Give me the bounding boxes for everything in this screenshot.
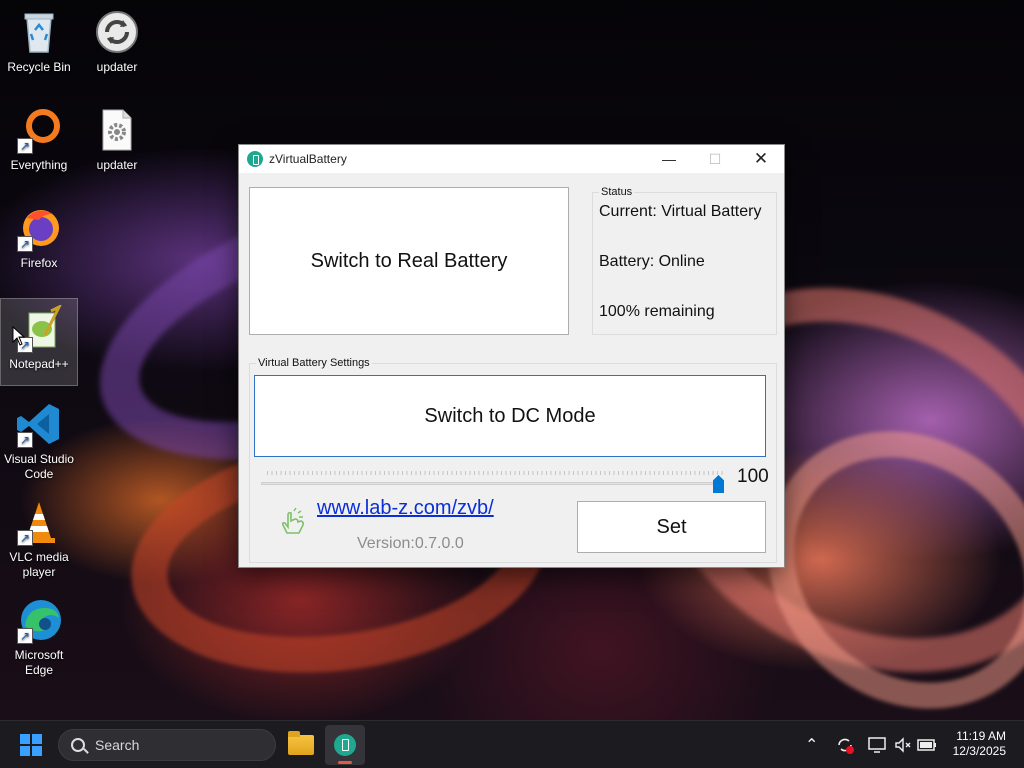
status-group: Status Current: Virtual Battery Battery:… (592, 186, 777, 335)
battery-app-icon (334, 734, 356, 756)
desktop-icon-label: Recycle Bin (7, 60, 71, 74)
desktop-icon-recycle-bin[interactable]: Recycle Bin (0, 2, 78, 90)
status-battery: Battery: Online (599, 253, 705, 270)
taskbar: Search ⌃ 11:19 AM 12/3/2025 (0, 720, 1024, 768)
desktop-icon-label: Firefox (20, 256, 58, 270)
vlc-cone-icon: ↗ (15, 498, 63, 546)
shortcut-arrow-icon: ↗ (17, 530, 33, 546)
switch-to-real-battery-button[interactable]: Switch to Real Battery (249, 187, 569, 335)
desktop-icon-label: Microsoft Edge (14, 648, 64, 677)
vscode-icon: ↗ (15, 400, 63, 448)
settings-group-title: Virtual Battery Settings (256, 357, 372, 369)
desktop-icon-firefox[interactable]: ↗ Firefox (0, 198, 78, 286)
folder-icon (288, 731, 314, 755)
edge-icon: ↗ (15, 596, 63, 644)
desktop-icon-label: updater (96, 60, 138, 74)
shortcut-arrow-icon: ↗ (17, 628, 33, 644)
title-bar[interactable]: zVirtualBattery — ☐ ✕ (239, 145, 784, 173)
window-title: zVirtualBattery (269, 152, 347, 166)
desktop-icon-label: Everything (10, 158, 68, 172)
recycle-bin-icon (15, 8, 63, 56)
website-link[interactable]: www.lab-z.com/zvb/ (317, 497, 494, 520)
settings-file-icon (93, 106, 141, 154)
desktop-icon-label: Notepad++ (9, 357, 69, 371)
firefox-icon: ↗ (15, 204, 63, 252)
version-label: Version:0.7.0.0 (357, 535, 464, 552)
desktop-icon-visual-studio-code[interactable]: ↗ Visual Studio Code (0, 394, 78, 486)
minimize-button[interactable]: — (646, 145, 692, 173)
zvirtualbattery-taskbar-button[interactable] (325, 725, 365, 765)
taskbar-search-box[interactable]: Search (58, 729, 276, 761)
zvirtualbattery-window: zVirtualBattery — ☐ ✕ Switch to Real Bat… (238, 144, 785, 568)
mouse-cursor-icon (12, 326, 26, 346)
search-icon (71, 738, 85, 752)
desktop-icon-label: updater (96, 158, 138, 172)
battery-app-icon (247, 151, 263, 167)
volume-muted-icon[interactable] (893, 735, 913, 755)
battery-level-slider[interactable] (261, 482, 723, 485)
search-placeholder: Search (95, 737, 140, 753)
sync-status-icon[interactable] (835, 735, 855, 755)
slider-ticks (267, 471, 723, 475)
desktop-icon-microsoft-edge[interactable]: ↗ Microsoft Edge (0, 590, 78, 682)
clock-date: 12/3/2025 (952, 744, 1006, 758)
windows-start-icon[interactable] (20, 734, 42, 756)
sync-icon (93, 8, 141, 56)
maximize-button[interactable]: ☐ (692, 145, 738, 173)
everything-search-icon: ↗ (15, 106, 63, 154)
set-button[interactable]: Set (577, 501, 766, 553)
desktop-icon-label: VLC media player (9, 550, 69, 579)
desktop-icon-label: Visual Studio Code (4, 452, 74, 481)
desktop-icon-updater-file[interactable]: updater (78, 100, 156, 188)
chevron-up-icon[interactable]: ⌃ (805, 735, 818, 755)
system-clock[interactable]: 11:19 AM 12/3/2025 (953, 729, 1006, 759)
desktop-background: Recycle Bin updater ↗ Everything updater… (0, 0, 1024, 720)
clock-time: 11:19 AM (956, 729, 1006, 743)
network-icon[interactable] (867, 735, 887, 755)
status-current: Current: Virtual Battery (599, 203, 762, 220)
shortcut-arrow-icon: ↗ (17, 138, 33, 154)
close-button[interactable]: ✕ (738, 145, 784, 173)
desktop-icon-vlc[interactable]: ↗ VLC media player (0, 492, 78, 584)
desktop-icon-everything[interactable]: ↗ Everything (0, 100, 78, 188)
status-group-title: Status (599, 186, 635, 198)
shortcut-arrow-icon: ↗ (17, 432, 33, 448)
switch-to-dc-mode-button[interactable]: Switch to DC Mode (254, 375, 766, 457)
pointing-hand-icon (281, 507, 305, 534)
shortcut-arrow-icon: ↗ (17, 236, 33, 252)
file-explorer-taskbar-button[interactable] (281, 725, 321, 765)
battery-charging-icon[interactable] (916, 735, 938, 755)
status-remaining: 100% remaining (599, 303, 715, 320)
slider-value: 100 (737, 466, 769, 487)
desktop-icon-updater[interactable]: updater (78, 2, 156, 90)
